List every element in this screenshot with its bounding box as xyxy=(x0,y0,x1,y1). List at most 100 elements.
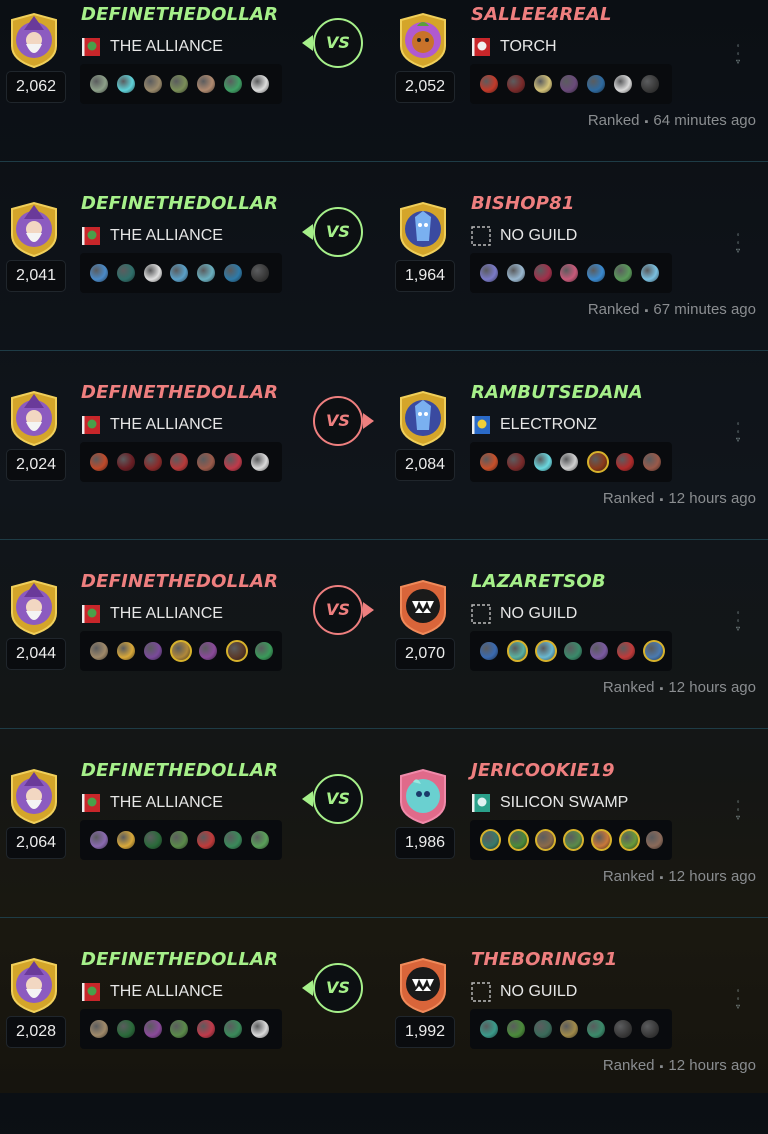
card-icon[interactable] xyxy=(90,453,108,471)
vs-badge[interactable]: VS xyxy=(313,396,363,446)
card-icon[interactable] xyxy=(199,642,218,660)
card-icon[interactable] xyxy=(506,75,525,93)
team-cards[interactable] xyxy=(470,442,672,482)
card-icon[interactable] xyxy=(613,75,632,93)
player-name[interactable]: SALLEE4REAL xyxy=(471,4,612,25)
card-icon[interactable] xyxy=(250,75,269,93)
card-icon[interactable] xyxy=(587,451,610,473)
guild-info[interactable]: TORCH xyxy=(471,36,557,58)
card-icon[interactable] xyxy=(587,75,606,93)
guild-info[interactable]: ELECTRONZ xyxy=(471,414,597,436)
card-icon[interactable] xyxy=(90,1020,108,1038)
guild-info[interactable]: THE ALLIANCE xyxy=(81,981,223,1003)
card-icon[interactable] xyxy=(643,640,666,662)
wizard-avatar[interactable] xyxy=(6,579,62,636)
team-cards[interactable] xyxy=(80,253,282,293)
card-icon[interactable] xyxy=(506,453,525,471)
card-icon[interactable] xyxy=(615,453,634,471)
card-icon[interactable] xyxy=(506,1020,525,1038)
team-cards[interactable] xyxy=(80,64,282,104)
team-cards[interactable] xyxy=(80,820,282,860)
card-icon[interactable] xyxy=(250,831,269,849)
card-icon[interactable] xyxy=(143,831,162,849)
card-icon[interactable] xyxy=(480,642,498,660)
team-cards[interactable] xyxy=(470,631,672,671)
card-icon[interactable] xyxy=(587,264,606,282)
guild-info[interactable]: NO GUILD xyxy=(471,225,577,247)
guild-info[interactable]: THE ALLIANCE xyxy=(81,603,223,625)
card-icon[interactable] xyxy=(560,453,579,471)
card-icon[interactable] xyxy=(250,453,269,471)
guild-info[interactable]: THE ALLIANCE xyxy=(81,225,223,247)
card-icon[interactable] xyxy=(116,1020,135,1038)
wizard-avatar[interactable] xyxy=(6,201,62,258)
card-icon[interactable] xyxy=(143,75,162,93)
player-name[interactable]: DEFINETHEDOLLAR xyxy=(81,382,278,403)
card-icon[interactable] xyxy=(533,1020,552,1038)
card-icon[interactable] xyxy=(640,264,659,282)
more-options-icon[interactable]: ◦ ◦ ▿ xyxy=(734,420,742,446)
vs-badge[interactable]: VS xyxy=(313,774,363,824)
card-icon[interactable] xyxy=(533,264,552,282)
card-icon[interactable] xyxy=(533,75,552,93)
card-icon[interactable] xyxy=(587,1020,606,1038)
card-icon[interactable] xyxy=(197,453,216,471)
player-name[interactable]: DEFINETHEDOLLAR xyxy=(81,571,278,592)
card-icon[interactable] xyxy=(170,264,189,282)
player-name[interactable]: BISHOP81 xyxy=(471,193,575,214)
card-icon[interactable] xyxy=(640,75,659,93)
card-icon[interactable] xyxy=(143,264,162,282)
card-icon[interactable] xyxy=(143,453,162,471)
card-icon[interactable] xyxy=(250,264,269,282)
wizard-avatar[interactable] xyxy=(6,12,62,69)
card-icon[interactable] xyxy=(197,1020,216,1038)
team-cards[interactable] xyxy=(80,1009,282,1049)
card-icon[interactable] xyxy=(143,1020,162,1038)
card-icon[interactable] xyxy=(507,829,529,851)
more-options-icon[interactable]: ◦ ◦ ▿ xyxy=(734,609,742,635)
card-icon[interactable] xyxy=(480,453,498,471)
more-options-icon[interactable]: ◦ ◦ ▿ xyxy=(734,798,742,824)
card-icon[interactable] xyxy=(116,831,135,849)
card-icon[interactable] xyxy=(197,831,216,849)
card-icon[interactable] xyxy=(116,264,135,282)
card-icon[interactable] xyxy=(170,1020,189,1038)
more-options-icon[interactable]: ◦ ◦ ▿ xyxy=(734,987,742,1013)
card-icon[interactable] xyxy=(223,831,242,849)
card-icon[interactable] xyxy=(223,264,242,282)
team-cards[interactable] xyxy=(470,253,672,293)
battle-row[interactable]: 2,028 DEFINETHEDOLLAR THE ALLIANCE 1,992 THE… xyxy=(0,945,768,1134)
card-icon[interactable] xyxy=(116,75,135,93)
card-icon[interactable] xyxy=(90,642,108,660)
more-options-icon[interactable]: ◦ ◦ ▿ xyxy=(734,231,742,257)
wizard-avatar[interactable] xyxy=(6,957,62,1014)
player-name[interactable]: LAZARETSOB xyxy=(471,571,606,592)
crystal-avatar[interactable] xyxy=(395,390,451,447)
guild-info[interactable]: NO GUILD xyxy=(471,981,577,1003)
card-icon[interactable] xyxy=(225,640,248,662)
card-icon[interactable] xyxy=(560,264,579,282)
monster-avatar[interactable] xyxy=(395,957,451,1014)
goblin-avatar[interactable] xyxy=(395,12,451,69)
card-icon[interactable] xyxy=(90,264,108,282)
wizard-avatar[interactable] xyxy=(6,768,62,825)
team-cards[interactable] xyxy=(470,64,672,104)
card-icon[interactable] xyxy=(535,829,557,851)
card-icon[interactable] xyxy=(480,264,498,282)
player-name[interactable]: DEFINETHEDOLLAR xyxy=(81,949,278,970)
card-icon[interactable] xyxy=(480,75,498,93)
card-icon[interactable] xyxy=(250,1020,269,1038)
card-icon[interactable] xyxy=(223,75,242,93)
card-icon[interactable] xyxy=(223,1020,242,1038)
card-icon[interactable] xyxy=(642,453,661,471)
vs-badge[interactable]: VS xyxy=(313,585,363,635)
player-name[interactable]: RAMBUTSEDANA xyxy=(471,382,643,403)
card-icon[interactable] xyxy=(143,642,162,660)
team-cards[interactable] xyxy=(80,631,282,671)
card-icon[interactable] xyxy=(563,829,585,851)
card-icon[interactable] xyxy=(618,829,640,851)
team-cards[interactable] xyxy=(80,442,282,482)
guild-info[interactable]: THE ALLIANCE xyxy=(81,792,223,814)
vs-badge[interactable]: VS xyxy=(313,963,363,1013)
card-icon[interactable] xyxy=(170,831,189,849)
